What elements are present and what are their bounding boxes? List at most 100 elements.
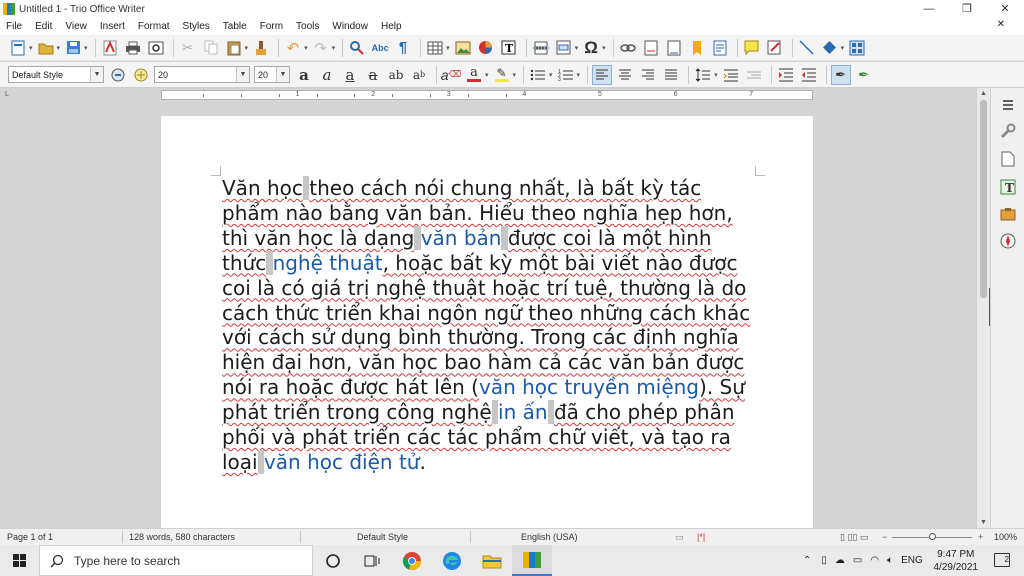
volume-icon[interactable]: 🔈︎ — [887, 555, 893, 566]
battery-icon[interactable]: ▭ — [853, 555, 862, 566]
insert-line-icon[interactable] — [797, 38, 817, 58]
export-pdf-icon[interactable] — [100, 38, 120, 58]
new-document-icon[interactable] — [8, 38, 28, 58]
new-style-icon[interactable] — [131, 65, 151, 85]
chrome-icon[interactable] — [392, 545, 432, 576]
menu-view[interactable]: View — [65, 21, 87, 32]
paragraph-style-combo[interactable]: Default Style ▼ — [8, 66, 104, 83]
zoom-out-icon[interactable]: − — [882, 532, 887, 542]
clear-formatting-icon[interactable]: a ⌫ — [441, 65, 462, 85]
comment-icon[interactable] — [742, 38, 762, 58]
print-icon[interactable] — [123, 38, 143, 58]
notification-center-icon[interactable]: 2 — [994, 553, 1010, 567]
sidebar-menu-icon[interactable] — [999, 96, 1017, 114]
language-status[interactable]: English (USA) — [521, 532, 578, 542]
paragraph-dialog-icon[interactable]: ✒ — [854, 65, 874, 85]
special-character-icon[interactable]: Ω — [581, 38, 601, 58]
draw-functions-icon[interactable] — [847, 38, 867, 58]
start-button[interactable] — [0, 545, 38, 576]
insert-field-icon[interactable] — [554, 38, 574, 58]
chevron-down-icon[interactable]: ▼ — [276, 67, 289, 82]
basic-shapes-icon[interactable] — [820, 38, 840, 58]
trio-office-writer-taskbar-icon[interactable] — [512, 545, 552, 576]
edge-icon[interactable] — [432, 545, 472, 576]
cut-icon[interactable]: ✂ — [178, 38, 198, 58]
onedrive-icon[interactable]: ☁ — [835, 555, 845, 566]
gallery-icon[interactable] — [999, 205, 1017, 223]
align-center-icon[interactable] — [615, 65, 635, 85]
properties-wrench-icon[interactable] — [999, 122, 1017, 140]
close-button[interactable]: ✕ — [986, 0, 1024, 18]
hyperlink-text[interactable]: nghệ thuật — [273, 251, 383, 275]
wifi-icon[interactable]: ◠ — [870, 555, 879, 566]
increase-paragraph-spacing-icon[interactable] — [721, 65, 741, 85]
align-right-icon[interactable] — [638, 65, 658, 85]
page-style[interactable]: Default Style — [357, 532, 408, 542]
increase-indent-icon[interactable] — [776, 65, 796, 85]
spellcheck-icon[interactable]: Abc — [370, 38, 390, 58]
footnote-icon[interactable] — [641, 38, 661, 58]
font-name-combo[interactable]: 20 ▼ — [154, 66, 250, 83]
italic-icon[interactable]: a — [317, 65, 337, 85]
update-style-icon[interactable] — [108, 65, 128, 85]
scroll-up-icon[interactable]: ▲ — [980, 90, 987, 97]
tab-stop-type-icon[interactable]: L — [5, 91, 9, 98]
chevron-down-icon[interactable]: ▼ — [90, 67, 103, 82]
insert-table-icon[interactable] — [425, 38, 445, 58]
menu-form[interactable]: Form — [260, 21, 283, 32]
page-break-icon[interactable] — [531, 38, 551, 58]
menu-format[interactable]: Format — [138, 21, 170, 32]
task-view-cortana-icon[interactable] — [313, 545, 353, 576]
page-count[interactable]: Page 1 of 1 — [7, 532, 53, 542]
menu-edit[interactable]: Edit — [35, 21, 52, 32]
print-preview-icon[interactable] — [146, 38, 166, 58]
hyperlink-icon[interactable] — [618, 38, 638, 58]
formatting-marks-icon[interactable]: ¶ — [393, 38, 413, 58]
text-box-icon[interactable]: T — [499, 38, 519, 58]
view-layout-icon[interactable]: ▯ ▯▯ ▭ — [840, 532, 868, 543]
document-text[interactable]: Văn học theo cách nói chung nhất, là bất… — [222, 176, 762, 475]
align-left-icon[interactable] — [592, 64, 613, 85]
decrease-indent-icon[interactable] — [799, 65, 819, 85]
decrease-paragraph-spacing-icon[interactable] — [744, 65, 764, 85]
menu-table[interactable]: Table — [223, 21, 247, 32]
menu-window[interactable]: Window — [332, 21, 368, 32]
save-icon[interactable] — [63, 38, 83, 58]
restore-button[interactable]: ❐ — [948, 0, 986, 18]
scroll-down-icon[interactable]: ▼ — [980, 519, 987, 526]
zoom-in-icon[interactable]: + — [978, 532, 983, 542]
taskbar-search-input[interactable] — [74, 553, 294, 568]
insert-image-icon[interactable] — [453, 38, 473, 58]
bookmark-icon[interactable] — [687, 38, 707, 58]
underline-icon[interactable]: a — [340, 65, 360, 85]
cross-reference-icon[interactable] — [710, 38, 730, 58]
clone-formatting-icon[interactable] — [251, 38, 271, 58]
find-replace-icon[interactable] — [347, 38, 367, 58]
device-icon[interactable]: ▯ — [821, 555, 827, 566]
styles-icon[interactable]: T — [999, 178, 1017, 196]
hyperlink-text[interactable]: in ấn — [498, 400, 548, 424]
task-view-icon[interactable] — [352, 545, 392, 576]
font-color-icon[interactable]: a — [464, 65, 484, 85]
superscript-icon[interactable]: ab — [386, 65, 406, 85]
menu-styles[interactable]: Styles — [183, 21, 210, 32]
hyperlink-text[interactable]: văn học điện tử — [264, 450, 420, 474]
input-language[interactable]: ENG — [901, 555, 923, 566]
paste-icon[interactable] — [224, 38, 244, 58]
navigator-icon[interactable] — [999, 232, 1017, 250]
chevron-down-icon[interactable]: ▼ — [236, 67, 249, 82]
zoom-slider-thumb[interactable] — [929, 533, 936, 540]
menu-help[interactable]: Help — [381, 21, 402, 32]
justify-icon[interactable] — [661, 65, 681, 85]
numbered-list-icon[interactable]: 123 — [556, 65, 576, 85]
horizontal-ruler[interactable]: 1 2 3 4 5 6 7 — [161, 90, 813, 100]
page-icon[interactable] — [999, 150, 1017, 168]
insert-chart-icon[interactable] — [476, 38, 496, 58]
sidebar-styles-icon[interactable]: ✒ — [830, 64, 851, 85]
system-clock[interactable]: 9:47 PM 4/29/2021 — [934, 548, 979, 574]
redo-icon[interactable]: ↷ — [311, 38, 331, 58]
scroll-thumb[interactable] — [980, 100, 987, 298]
bold-icon[interactable]: a — [294, 65, 314, 85]
menu-file[interactable]: File — [6, 21, 22, 32]
vertical-scrollbar[interactable]: ▲ ▼ — [976, 88, 992, 528]
